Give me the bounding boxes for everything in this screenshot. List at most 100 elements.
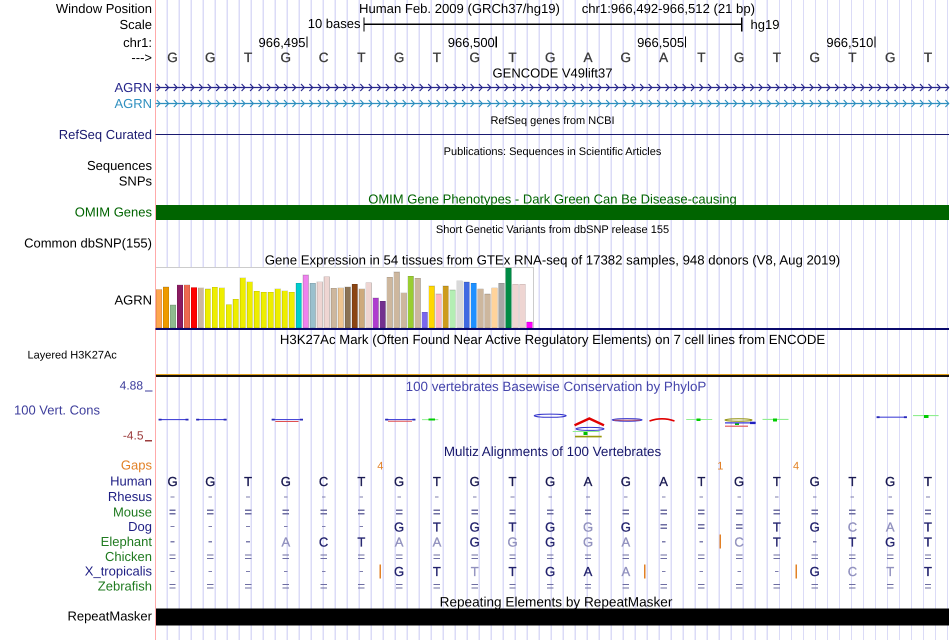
svg-text:AGRN: AGRN <box>114 293 152 308</box>
svg-text:A: A <box>433 535 442 550</box>
svg-text:G: G <box>470 519 480 534</box>
svg-text:G: G <box>469 50 480 65</box>
svg-text:AGRN: AGRN <box>114 96 152 111</box>
svg-text:RefSeq genes from NCBI: RefSeq genes from NCBI <box>490 115 614 127</box>
svg-text:10 bases: 10 bases <box>308 16 361 31</box>
svg-text:G: G <box>545 535 555 550</box>
svg-text:T: T <box>244 50 252 65</box>
svg-text:G: G <box>885 50 896 65</box>
svg-text:G: G <box>545 519 555 534</box>
svg-text:G: G <box>281 474 291 489</box>
svg-text:T: T <box>773 519 781 534</box>
svg-text:Layered H3K27Ac: Layered H3K27Ac <box>28 349 118 361</box>
svg-text:G: G <box>470 535 480 550</box>
svg-text:Short Genetic Variants from db: Short Genetic Variants from dbSNP releas… <box>436 224 669 236</box>
svg-text:Chicken: Chicken <box>105 549 152 564</box>
svg-text:G: G <box>734 474 744 489</box>
svg-text:C: C <box>848 519 857 534</box>
svg-text:G: G <box>545 474 555 489</box>
svg-text:T: T <box>509 564 517 579</box>
svg-text:100 vertebrates Basewise Conse: 100 vertebrates Basewise Conservation by… <box>406 379 707 394</box>
svg-text:T: T <box>357 535 365 550</box>
svg-text:T: T <box>773 50 781 65</box>
svg-text:Sequences: Sequences <box>87 158 153 173</box>
svg-text:4: 4 <box>377 460 383 472</box>
svg-text:C: C <box>734 535 743 550</box>
svg-text:Gene Expression in 54 tissues: Gene Expression in 54 tissues from GTEx … <box>265 252 840 267</box>
svg-text:G: G <box>810 564 820 579</box>
svg-text:Repeating Elements by RepeatMa: Repeating Elements by RepeatMasker <box>440 594 673 609</box>
svg-text:Publications: Sequences in Sci: Publications: Sequences in Scientific Ar… <box>444 146 662 158</box>
svg-text:G: G <box>809 50 820 65</box>
svg-text:Rhesus: Rhesus <box>108 489 153 504</box>
svg-text:A: A <box>621 564 630 579</box>
svg-text:A: A <box>584 564 593 579</box>
svg-text:T: T <box>848 535 856 550</box>
svg-text:T: T <box>924 474 932 489</box>
svg-text:-4.5: -4.5 <box>123 429 144 443</box>
svg-text:966,495: 966,495 <box>259 35 306 50</box>
svg-text:OMIM Gene Phenotypes - Dark Gr: OMIM Gene Phenotypes - Dark Green Can Be… <box>368 191 737 206</box>
svg-text:T: T <box>886 564 894 579</box>
svg-text:C: C <box>319 474 328 489</box>
svg-text:Human: Human <box>110 473 152 488</box>
svg-text:G: G <box>205 50 216 65</box>
svg-text:RefSeq Curated: RefSeq Curated <box>59 127 152 142</box>
svg-text:T: T <box>697 50 705 65</box>
svg-text:966,500: 966,500 <box>448 35 495 50</box>
svg-text:GENCODE V49lift37: GENCODE V49lift37 <box>493 65 613 80</box>
svg-text:A: A <box>659 474 668 489</box>
svg-text:G: G <box>205 474 215 489</box>
svg-text:G: G <box>394 564 404 579</box>
svg-text:G: G <box>583 535 593 550</box>
svg-text:H3K27Ac Mark (Often Found Near: H3K27Ac Mark (Often Found Near Active Re… <box>280 332 826 347</box>
svg-text:OMIM Genes: OMIM Genes <box>75 205 153 220</box>
svg-text:T: T <box>509 519 517 534</box>
svg-text:G: G <box>281 50 292 65</box>
svg-text:T: T <box>357 50 365 65</box>
svg-text:T: T <box>433 474 441 489</box>
svg-text:G: G <box>470 474 480 489</box>
svg-text:Multiz Alignments of 100 Verte: Multiz Alignments of 100 Vertebrates <box>444 444 662 459</box>
svg-text:A: A <box>886 519 895 534</box>
svg-text:X_tropicalis: X_tropicalis <box>85 564 153 579</box>
svg-text:1: 1 <box>717 460 723 472</box>
svg-text:G: G <box>507 535 517 550</box>
svg-text:G: G <box>583 519 593 534</box>
svg-text:T: T <box>471 564 479 579</box>
svg-text:T: T <box>773 535 781 550</box>
svg-text:SNPs: SNPs <box>119 174 153 189</box>
svg-text:G: G <box>394 474 404 489</box>
svg-text:966,505: 966,505 <box>637 35 684 50</box>
svg-text:Human Feb. 2009 (GRCh37/hg19): Human Feb. 2009 (GRCh37/hg19) chr1:966,4… <box>359 1 755 16</box>
svg-text:T: T <box>357 474 365 489</box>
svg-text:T: T <box>433 519 441 534</box>
svg-text:Elephant: Elephant <box>101 534 153 549</box>
svg-text:100 Vert. Cons: 100 Vert. Cons <box>14 403 100 418</box>
svg-text:T: T <box>924 519 932 534</box>
svg-text:T: T <box>508 50 516 65</box>
svg-text:T: T <box>773 474 781 489</box>
svg-text:G: G <box>885 535 895 550</box>
svg-text:T: T <box>509 474 517 489</box>
svg-text:G: G <box>810 474 820 489</box>
svg-text:A: A <box>281 535 290 550</box>
svg-text:C: C <box>319 50 329 65</box>
svg-text:C: C <box>319 535 328 550</box>
svg-text:Common dbSNP(155): Common dbSNP(155) <box>24 236 152 251</box>
svg-text:G: G <box>621 474 631 489</box>
svg-text:G: G <box>167 50 178 65</box>
svg-text:G: G <box>394 519 404 534</box>
svg-text:Gaps: Gaps <box>121 457 153 472</box>
svg-text:--->: ---> <box>131 50 152 65</box>
svg-text:G: G <box>885 474 895 489</box>
svg-text:AGRN: AGRN <box>114 80 152 95</box>
svg-text:G: G <box>810 519 820 534</box>
svg-text:T: T <box>433 564 441 579</box>
svg-text:G: G <box>621 519 631 534</box>
svg-text:G: G <box>621 50 632 65</box>
svg-text:T: T <box>924 50 932 65</box>
svg-text:hg19: hg19 <box>751 17 780 32</box>
svg-text:A: A <box>621 535 630 550</box>
svg-text:G: G <box>545 564 555 579</box>
